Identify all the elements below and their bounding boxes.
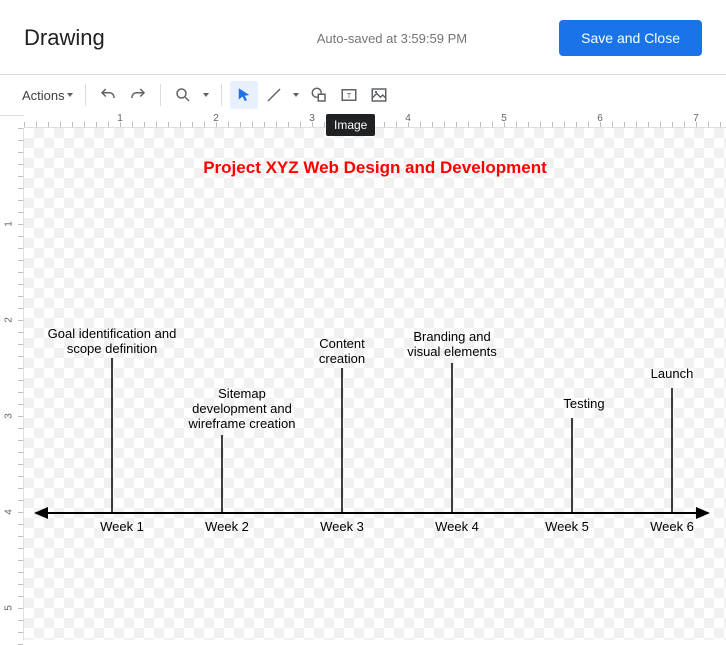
ruler-tick: 3	[3, 413, 14, 419]
zoom-icon	[174, 86, 192, 104]
zoom-dropdown-button[interactable]	[199, 81, 213, 109]
week-label[interactable]: Week 3	[320, 519, 364, 534]
toolbar-separator	[85, 84, 86, 106]
event-label[interactable]: scope definition	[67, 341, 157, 356]
event-label[interactable]: creation	[319, 351, 365, 366]
ruler-tick: 4	[3, 509, 14, 515]
redo-icon	[129, 86, 147, 104]
redo-button[interactable]	[124, 81, 152, 109]
modal-title: Drawing	[24, 25, 105, 51]
caret-down-icon	[67, 93, 73, 97]
svg-text:T: T	[346, 91, 351, 100]
week-label[interactable]: Week 4	[435, 519, 479, 534]
line-icon	[265, 86, 283, 104]
line-tool-button[interactable]	[260, 81, 288, 109]
vertical-ruler[interactable]: 1 2 3 4 5	[0, 128, 24, 640]
arrow-left-icon[interactable]	[34, 507, 48, 519]
shape-icon	[310, 86, 328, 104]
event-label[interactable]: Goal identification and	[48, 326, 177, 341]
save-and-close-button[interactable]: Save and Close	[559, 20, 702, 56]
textbox-tool-button[interactable]: T	[335, 81, 363, 109]
caret-down-icon	[203, 93, 209, 97]
event-label[interactable]: Testing	[563, 396, 604, 411]
select-tool-button[interactable]	[230, 81, 258, 109]
zoom-button[interactable]	[169, 81, 197, 109]
caret-down-icon	[293, 93, 299, 97]
image-tooltip: Image	[326, 114, 375, 136]
autosave-status: Auto-saved at 3:59:59 PM	[197, 31, 467, 46]
cursor-icon	[235, 86, 253, 104]
drawing-title-text[interactable]: Project XYZ Web Design and Development	[24, 158, 726, 178]
event-label[interactable]: Content	[319, 336, 365, 351]
actions-menu-button[interactable]: Actions	[18, 84, 77, 107]
week-label[interactable]: Week 6	[650, 519, 694, 534]
undo-icon	[99, 86, 117, 104]
line-dropdown-button[interactable]	[289, 81, 303, 109]
week-label[interactable]: Week 5	[545, 519, 589, 534]
ruler-tick: 1	[3, 221, 14, 227]
arrow-right-icon[interactable]	[696, 507, 710, 519]
event-label[interactable]: Sitemap	[218, 386, 266, 401]
image-tool-button[interactable]	[365, 81, 393, 109]
image-icon	[370, 86, 388, 104]
workspace: 1 2 3 4 5 6 7 1 2 3 4 5 Project XYZ Web …	[0, 110, 726, 640]
event-label[interactable]: development and	[192, 401, 292, 416]
ruler-tick: 2	[3, 317, 14, 323]
toolbar: Actions	[0, 75, 726, 115]
actions-label: Actions	[22, 88, 65, 103]
event-label[interactable]: Launch	[651, 366, 694, 381]
week-label[interactable]: Week 2	[205, 519, 249, 534]
toolbar-separator	[160, 84, 161, 106]
ruler-tick: 5	[3, 605, 14, 611]
drawing-modal: Drawing Auto-saved at 3:59:59 PM Save an…	[0, 0, 726, 640]
drawing-canvas[interactable]: Project XYZ Web Design and Development G…	[24, 128, 726, 640]
event-label[interactable]: Branding and	[413, 329, 490, 344]
timeline-drawing[interactable]: Goal identification and scope definition…	[32, 323, 712, 543]
event-label[interactable]: wireframe creation	[188, 416, 296, 431]
event-label[interactable]: visual elements	[407, 344, 497, 359]
textbox-icon: T	[340, 86, 358, 104]
week-label[interactable]: Week 1	[100, 519, 144, 534]
modal-header: Drawing Auto-saved at 3:59:59 PM Save an…	[0, 0, 726, 74]
shape-tool-button[interactable]	[305, 81, 333, 109]
toolbar-separator	[221, 84, 222, 106]
undo-button[interactable]	[94, 81, 122, 109]
